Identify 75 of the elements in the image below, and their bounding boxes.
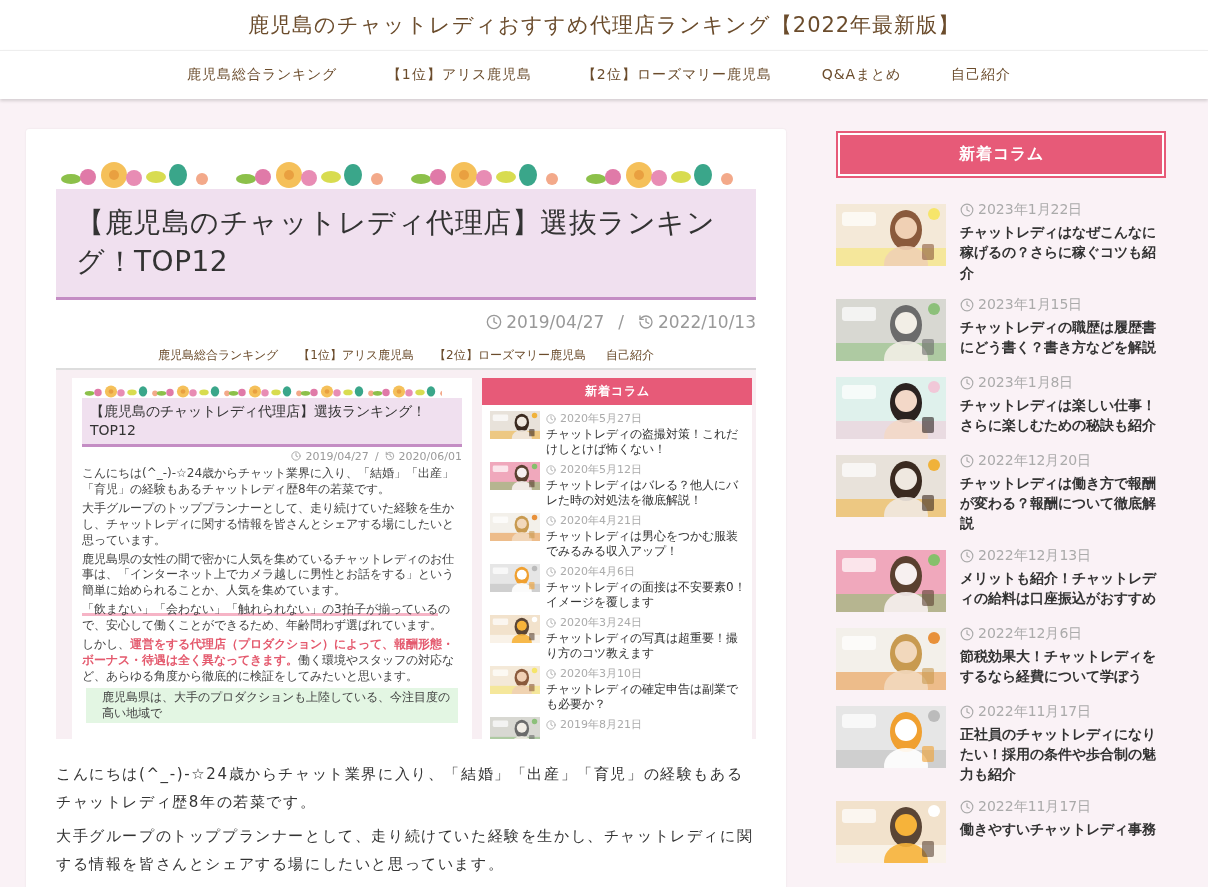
paragraph: 大手グループのトッププランナーとして、走り続けていた経験を生かし、チャットレディに関する情報を皆さんとシェアする場にしたいと思っています。	[56, 825, 755, 875]
clock-icon	[546, 515, 556, 526]
post-title-link[interactable]: 節税効果大！チャットレディをするなら経費について学ぼう	[960, 645, 1166, 687]
clock-icon	[486, 314, 503, 331]
clock-icon	[960, 297, 974, 312]
nav-link-text: 【1位】アリス鹿児島	[298, 346, 414, 364]
clock-icon	[960, 548, 974, 563]
paragraph: 大手グループのトッププランナーとして、走り続けていた経験を生かし、チャットレディに関する情報を皆さんとシェアする場にしたいと思っています。	[82, 500, 455, 549]
post-date: 2023年1月22日	[960, 201, 1083, 219]
nav-link[interactable]: Q&Aまとめ	[821, 66, 902, 84]
nav-link[interactable]: 【2位】ローズマリー鹿児島	[581, 66, 772, 84]
post-title-link[interactable]: チャットレディの確定申告は副業でも必要か？	[546, 682, 746, 713]
nav-link-text: 【2位】ローズマリー鹿児島	[434, 346, 586, 364]
post-title-link[interactable]: チャットレディはなぜこんなに稼げるの？さらに稼ぐコツも紹介	[960, 222, 1166, 283]
post-title-link[interactable]: チャットレディは楽しい仕事！さらに楽しむための秘訣も紹介	[960, 394, 1166, 436]
post-title-link[interactable]: チャットレディの写真は超重要！撮り方のコツ教えます	[546, 631, 746, 662]
published-date: 2019/04/27	[486, 312, 605, 333]
clock-icon	[546, 668, 556, 679]
post-title-link[interactable]: メリットも紹介！チャットレディの給料は口座振込がおすすめ	[960, 567, 1166, 609]
post-date: 2023年1月8日	[960, 373, 1074, 392]
clock-icon	[291, 451, 302, 462]
post-date: 2020年5月12日	[546, 462, 642, 478]
post-title-link[interactable]: チャットレディの盗撮対策！これだけしとけば怖くない！	[546, 427, 746, 458]
post-title-link[interactable]: チャットレディの職歴は履歴書にどう書く？書き方などを解説	[960, 316, 1166, 358]
article-title: 【鹿児島のチャットレディ代理店】選抜ランキング！TOP12	[76, 205, 716, 281]
post-date: 2020年4月6日	[546, 564, 635, 580]
post-date: 2020年5月27日	[546, 411, 642, 427]
updated-date: 2020/06/01	[384, 449, 462, 463]
post-date: 2020年3月24日	[546, 615, 642, 631]
clock-icon	[546, 413, 556, 424]
paragraph: こんにちは(^_-)-☆24歳からチャット業界に入り、「結婚」「出産」「育児」の経験もあるチャットレディ歴8年の若菜です。	[82, 465, 456, 498]
sidebar-heading: 新着コラム	[482, 378, 752, 406]
post-date: 2022年11月17日	[960, 797, 1092, 816]
post-date: 2022年12月13日	[960, 546, 1092, 565]
updated-date: 2022/10/13	[638, 312, 756, 333]
clock-icon	[960, 453, 974, 468]
date-separator: /	[618, 312, 624, 333]
date-separator: /	[374, 449, 379, 463]
clock-icon	[546, 464, 556, 475]
post-date: 2022年12月6日	[960, 624, 1083, 643]
article-title: 【鹿児島のチャットレディ代理店】選抜ランキング！TOP12	[90, 402, 427, 439]
post-title-link[interactable]: チャットレディは働き方で報酬が変わる？報酬について徹底解説	[960, 472, 1166, 534]
nav-link[interactable]: 自己紹介	[951, 66, 1012, 84]
post-date: 2023年1月15日	[960, 295, 1083, 314]
clock-icon	[960, 626, 974, 641]
post-date: 2020年4月21日	[546, 513, 642, 529]
clock-icon	[960, 704, 974, 719]
nav-link[interactable]: 鹿児島総合ランキング	[186, 66, 337, 84]
nav-link-text: 鹿児島総合ランキング	[158, 346, 279, 364]
clock-icon	[546, 566, 556, 577]
post-title-link[interactable]: 正社員のチャットレディになりたい！採用の条件や歩合制の魅力も紹介	[960, 723, 1166, 785]
paragraph: 「飲まない」「会わない」「触れられない」の3拍子が揃っているので、安心して働くことができるため、年齢問わず選ばれています。	[82, 602, 451, 635]
paragraph: こんにちは(^_-)-☆24歳からチャット業界に入り、「結婚」「出産」「育児」の経験もあるチャットレディ歴8年の若菜です。	[56, 764, 745, 814]
post-title-link[interactable]: 働きやすいチャットレディ事務	[960, 818, 1166, 839]
history-icon	[638, 314, 654, 331]
post-title-link[interactable]: チャットレディはバレる？他人にバレた時の対処法を徹底解説！	[546, 478, 746, 509]
post-date: 2022年11月17日	[960, 702, 1092, 721]
clock-icon	[546, 617, 556, 628]
note-box: 鹿児島県は、大手のプロダクションも上陸している、今注目度の高い地域で	[86, 688, 458, 724]
clock-icon	[960, 799, 974, 814]
sidebar-heading: 新着コラム	[836, 131, 1166, 178]
clock-icon	[546, 719, 556, 730]
published-date: 2019/04/27	[291, 449, 369, 463]
nav-link[interactable]: 【1位】アリス鹿児島	[386, 66, 532, 84]
paragraph: しかし、運営をする代理店（プロダクション）によって、報酬形態・ボーナス・待遇は全く異なってきます。働く環境やスタッフの対応など、あらゆる角度から徹底的に検証をしてみたいと思います。	[82, 637, 455, 686]
post-title-link[interactable]: チャットレディの面接は不安要素0！イメージを覆します	[546, 580, 746, 611]
history-icon	[384, 451, 395, 462]
paragraph: 鹿児島県の女性の間で密かに人気を集めているチャットレディのお仕事は、「インターネット上でカメラ越しに男性とお話をする」という簡単に始められることか、人気を集めています。	[82, 551, 455, 600]
post-date: 2020年3月10日	[546, 666, 642, 682]
clock-icon	[960, 375, 974, 390]
clock-icon	[960, 203, 974, 217]
post-title-link[interactable]: チャットレディは男心をつかむ服装でみるみる収入アップ！	[546, 529, 746, 560]
nav-link-text: 自己紹介	[605, 346, 654, 364]
post-date: 2022年12月20日	[960, 451, 1092, 470]
post-date: 2019年8月21日	[546, 717, 642, 733]
